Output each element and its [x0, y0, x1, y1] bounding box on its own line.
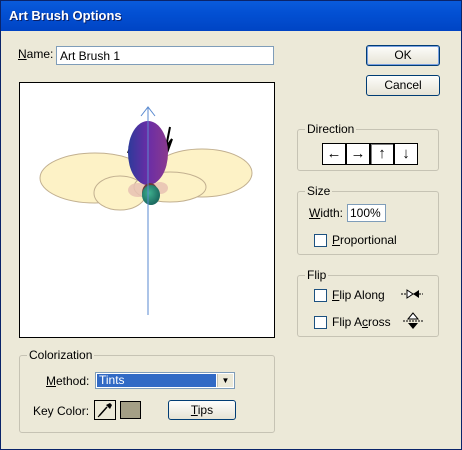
- method-select[interactable]: Tints ▼: [95, 372, 235, 389]
- colorization-group: Colorization Method: Tints ▼ Key Color: …: [19, 348, 275, 433]
- width-input[interactable]: 100%: [347, 204, 386, 222]
- direction-left-button[interactable]: ←: [322, 143, 346, 165]
- key-color-swatch[interactable]: [120, 401, 141, 419]
- flip-along-label[interactable]: Flip Along: [332, 288, 385, 302]
- direction-buttons: ← → ↑ ↓: [322, 143, 419, 165]
- chevron-down-icon[interactable]: ▼: [217, 374, 233, 387]
- proportional-checkbox[interactable]: [314, 234, 327, 247]
- size-legend: Size: [305, 184, 333, 198]
- tips-button[interactable]: Tips: [168, 400, 236, 420]
- direction-group: Direction ← → ↑ ↓: [297, 122, 439, 171]
- name-input[interactable]: Art Brush 1: [56, 46, 274, 65]
- flip-along-icon: [401, 289, 423, 299]
- eyedropper-button[interactable]: [94, 400, 116, 420]
- key-color-label: Key Color:: [33, 404, 90, 418]
- ok-button[interactable]: OK: [366, 45, 440, 66]
- width-label: Width:: [309, 206, 344, 220]
- butterfly-art-brush-preview: [39, 106, 253, 315]
- cancel-button[interactable]: Cancel: [366, 75, 440, 96]
- eyedropper-icon: [97, 403, 112, 418]
- direction-up-button[interactable]: ↑: [370, 143, 394, 165]
- flip-legend: Flip: [305, 268, 329, 282]
- flip-along-checkbox[interactable]: [314, 289, 327, 302]
- colorization-legend: Colorization: [27, 348, 95, 362]
- direction-legend: Direction: [305, 122, 357, 136]
- title-bar[interactable]: Art Brush Options: [1, 1, 461, 31]
- flip-across-checkbox[interactable]: [314, 316, 327, 329]
- direction-down-button[interactable]: ↓: [394, 143, 418, 165]
- flip-across-icon: [403, 312, 423, 329]
- name-label: Name:: [18, 47, 54, 61]
- size-group: Size Width: 100% Proportional: [297, 184, 439, 255]
- direction-right-button[interactable]: →: [346, 143, 370, 165]
- flip-across-label[interactable]: Flip Across: [332, 315, 391, 329]
- method-select-value: Tints: [97, 374, 216, 387]
- window-title: Art Brush Options: [9, 8, 122, 23]
- proportional-label[interactable]: Proportional: [332, 233, 397, 247]
- method-label: Method:: [46, 374, 90, 388]
- flip-group: Flip Flip Along Flip Across: [297, 268, 439, 337]
- art-brush-options-dialog: Art Brush Options Name: Art Brush 1 OK C…: [0, 0, 462, 450]
- brush-preview: [19, 82, 275, 338]
